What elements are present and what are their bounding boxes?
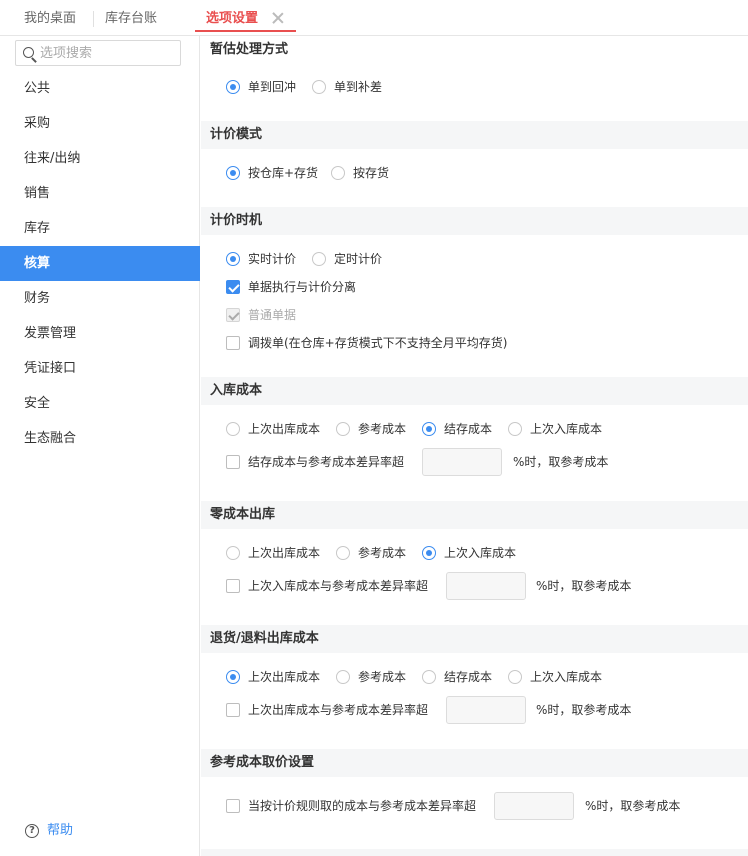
return-rate-suffix: %时，取参考成本 xyxy=(536,703,632,717)
radio-label: 上次入库成本 xyxy=(530,670,603,684)
reference-rate-suffix: %时，取参考成本 xyxy=(585,799,681,813)
radio-button[interactable] xyxy=(422,670,436,684)
sidebar-item-invoice[interactable]: 发票管理 xyxy=(0,316,200,351)
inbound-rate-suffix: %时，取参考成本 xyxy=(513,455,609,469)
radio-label: 上次出库成本 xyxy=(248,422,321,436)
checkbox[interactable] xyxy=(226,280,240,294)
radio-label: 定时计价 xyxy=(334,252,383,266)
radio-button[interactable] xyxy=(331,166,345,180)
radio-label: 结存成本 xyxy=(444,670,493,684)
radio-button[interactable] xyxy=(336,670,350,684)
tab-divider xyxy=(93,11,94,27)
checkbox-label: 结存成本与参考成本差异率超 xyxy=(248,455,405,469)
radio-label: 上次出库成本 xyxy=(248,546,321,560)
tab-inventory-ledger[interactable]: 库存台账 xyxy=(105,0,157,35)
radio-button[interactable] xyxy=(312,80,326,94)
checkbox[interactable] xyxy=(226,336,240,350)
sidebar-item-inventory[interactable]: 库存 xyxy=(0,211,200,246)
panel-footer-strip xyxy=(201,849,748,856)
checkbox-label: 当按计价规则取的成本与参考成本差异率超 xyxy=(248,799,477,813)
section-title-return-cost: 退货/退料出库成本 xyxy=(201,625,748,653)
radio-button[interactable] xyxy=(336,546,350,560)
radio-button[interactable] xyxy=(422,422,436,436)
radio-button[interactable] xyxy=(226,166,240,180)
section-title-inbound-cost: 入库成本 xyxy=(201,377,748,405)
radio-button[interactable] xyxy=(226,422,240,436)
radio-label: 实时计价 xyxy=(248,252,297,266)
radio-label: 单到回冲 xyxy=(248,80,297,94)
sidebar-item-security[interactable]: 安全 xyxy=(0,386,200,421)
return-rate-input[interactable] xyxy=(446,696,526,724)
checkbox xyxy=(226,308,240,322)
section-title-pricing-mode: 计价模式 xyxy=(201,121,748,149)
checkbox[interactable] xyxy=(226,799,240,813)
radio-button[interactable] xyxy=(508,670,522,684)
radio-button[interactable] xyxy=(226,670,240,684)
radio-label: 单到补差 xyxy=(334,80,383,94)
sidebar: 公共 采购 往来/出纳 销售 库存 核算 财务 发票管理 凭证接口 安全 生态融… xyxy=(0,36,200,856)
radio-button[interactable] xyxy=(422,546,436,560)
sidebar-item-public[interactable]: 公共 xyxy=(0,71,200,106)
search-box xyxy=(15,40,181,66)
radio-label: 参考成本 xyxy=(358,546,407,560)
settings-panel: 暂估处理方式 单到回冲 单到补差 计价模式 按仓库+存货 按存货 计价时机 实时… xyxy=(201,36,748,856)
active-tab-indicator xyxy=(195,30,296,32)
radio-label: 参考成本 xyxy=(358,670,407,684)
radio-button[interactable] xyxy=(226,252,240,266)
radio-button[interactable] xyxy=(312,252,326,266)
radio-button[interactable] xyxy=(226,80,240,94)
zero-rate-suffix: %时，取参考成本 xyxy=(536,579,632,593)
radio-label: 参考成本 xyxy=(358,422,407,436)
zero-rate-input[interactable] xyxy=(446,572,526,600)
radio-button[interactable] xyxy=(336,422,350,436)
search-input[interactable] xyxy=(40,44,176,62)
sidebar-item-voucher-interface[interactable]: 凭证接口 xyxy=(0,351,200,386)
section-title-zero-cost-out: 零成本出库 xyxy=(201,501,748,529)
radio-button[interactable] xyxy=(508,422,522,436)
sidebar-item-accounts-cashier[interactable]: 往来/出纳 xyxy=(0,141,200,176)
sidebar-item-ecosystem[interactable]: 生态融合 xyxy=(0,421,200,456)
section-title-pricing-timing: 计价时机 xyxy=(201,207,748,235)
help-icon: ? xyxy=(25,824,39,838)
radio-label: 上次入库成本 xyxy=(530,422,603,436)
radio-label: 按存货 xyxy=(353,166,390,180)
section-title-estimate: 暂估处理方式 xyxy=(201,36,748,64)
checkbox[interactable] xyxy=(226,703,240,717)
checkbox-label: 上次出库成本与参考成本差异率超 xyxy=(248,703,429,717)
reference-rate-input[interactable] xyxy=(494,792,574,820)
tab-bar: 我的桌面 库存台账 选项设置 xyxy=(0,0,748,36)
radio-label: 上次出库成本 xyxy=(248,670,321,684)
section-title-reference-cost: 参考成本取价设置 xyxy=(201,749,748,777)
checkbox-label: 普通单据 xyxy=(248,308,297,322)
radio-label: 按仓库+存货 xyxy=(248,166,319,180)
checkbox-label: 上次入库成本与参考成本差异率超 xyxy=(248,579,429,593)
radio-button[interactable] xyxy=(226,546,240,560)
checkbox[interactable] xyxy=(226,579,240,593)
checkbox-label: 单据执行与计价分离 xyxy=(248,280,357,294)
inbound-rate-input[interactable] xyxy=(422,448,502,476)
close-icon[interactable] xyxy=(272,12,284,24)
radio-label: 上次入库成本 xyxy=(444,546,517,560)
sidebar-item-finance[interactable]: 财务 xyxy=(0,281,200,316)
help-label: 帮助 xyxy=(47,823,74,838)
search-icon xyxy=(23,47,34,58)
sidebar-item-costing[interactable]: 核算 xyxy=(0,246,200,281)
sidebar-item-sales[interactable]: 销售 xyxy=(0,176,200,211)
checkbox[interactable] xyxy=(226,455,240,469)
checkbox-label: 调拨单(在仓库+存货模式下不支持全月平均存货) xyxy=(248,336,508,350)
sidebar-item-purchase[interactable]: 采购 xyxy=(0,106,200,141)
tab-my-desktop[interactable]: 我的桌面 xyxy=(24,0,76,35)
radio-label: 结存成本 xyxy=(444,422,493,436)
